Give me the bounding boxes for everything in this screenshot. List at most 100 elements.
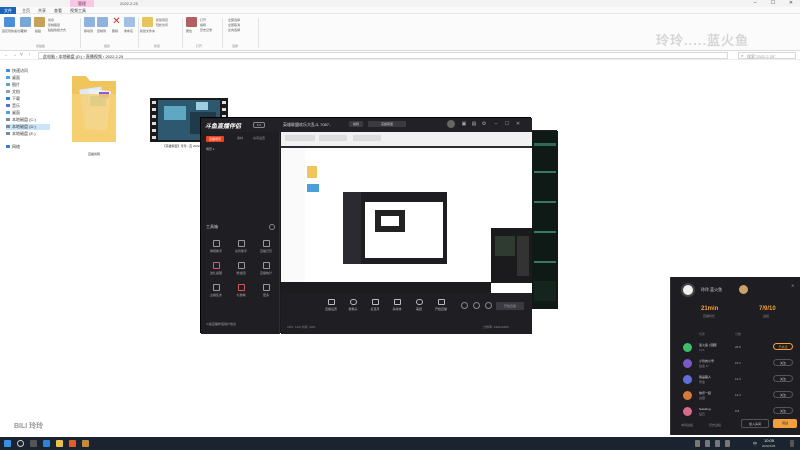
nav-item-drive-c[interactable]: 本地磁盘 (C:): [6, 117, 50, 123]
tool-calendar[interactable]: 直播日历: [253, 240, 279, 258]
start-live-icon-button[interactable]: 开始直播: [431, 299, 451, 311]
history-tab[interactable]: 历史战绩: [709, 423, 721, 427]
player-row[interactable]: 我是路人 黄金 14.0 关注: [671, 373, 800, 387]
invert-selection-label[interactable]: 反向选择: [228, 28, 240, 32]
tray-icon[interactable]: [695, 440, 700, 447]
cut-label[interactable]: 剪切: [48, 18, 54, 22]
eye-icon[interactable]: [461, 302, 468, 309]
tool-danmaku[interactable]: 弹幕助手: [203, 240, 229, 258]
easy-access-label[interactable]: 轻松访问: [156, 23, 168, 27]
select-none-label[interactable]: 全部取消: [228, 23, 240, 27]
folder-item[interactable]: 直播剪辑: [70, 72, 118, 156]
maximize-icon[interactable]: ☐: [504, 121, 510, 127]
new-folder-icon[interactable]: [142, 17, 153, 27]
file-explorer-icon[interactable]: [56, 440, 63, 447]
tab-material[interactable]: 素材: [237, 136, 243, 140]
tab-live-scene[interactable]: 直播场景: [206, 136, 225, 142]
beauty-button[interactable]: 美颜: [409, 299, 429, 311]
nav-item-network[interactable]: 网络: [6, 144, 50, 150]
follow-button[interactable]: 关注: [773, 375, 793, 382]
copy-path-label[interactable]: 复制路径: [48, 23, 60, 27]
pin-icon[interactable]: [4, 17, 15, 27]
edge-icon[interactable]: [43, 440, 50, 447]
search-input[interactable]: ⌕ 搜索"2022.2.25": [738, 52, 796, 59]
tool-more[interactable]: 更多: [253, 284, 279, 302]
network-icon[interactable]: [715, 440, 720, 447]
current-match-tab[interactable]: 本局战绩: [681, 423, 693, 427]
recent-chevron-icon[interactable]: ˅: [20, 52, 23, 58]
player-row[interactable]: 快乐一起 白银 12.3 关注: [671, 389, 800, 403]
skin-icon[interactable]: ▣: [461, 121, 467, 127]
side-game-window[interactable]: [531, 130, 558, 309]
follow-button[interactable]: 已关注: [773, 343, 793, 350]
live-settings-button[interactable]: 直播设置: [321, 299, 341, 311]
tool-tasks[interactable]: 主播任务: [203, 284, 229, 302]
nav-item-documents[interactable]: 文档: [6, 89, 50, 95]
settings-icon[interactable]: ⚙: [481, 121, 487, 127]
nav-item-desktop-2[interactable]: 桌面: [6, 110, 50, 116]
open-label[interactable]: 打开: [200, 18, 206, 22]
message-icon[interactable]: ▤: [471, 121, 477, 127]
forward-arrow-icon[interactable]: →: [12, 52, 17, 58]
copy-icon[interactable]: [20, 17, 31, 27]
start-live-button[interactable]: 开始直播: [496, 302, 524, 310]
tool-gift-alert[interactable]: 送礼提醒: [203, 262, 229, 280]
back-arrow-icon[interactable]: ←: [4, 52, 9, 58]
maximize-icon[interactable]: ☐: [764, 0, 782, 7]
tool-gift-wall[interactable]: 礼物墙: [228, 284, 254, 302]
settings-icon[interactable]: [485, 302, 492, 309]
up-arrow-icon[interactable]: ↑: [28, 52, 31, 58]
category-select[interactable]: 英雄联盟: [368, 121, 406, 127]
camera-button[interactable]: 摄像头: [343, 299, 363, 311]
rename-icon[interactable]: [124, 17, 135, 27]
avatar[interactable]: [447, 120, 455, 128]
nav-item-music[interactable]: 音乐: [6, 103, 50, 109]
context-tab-manage[interactable]: 管理: [70, 0, 94, 7]
tool-room-admin[interactable]: 房管助手: [228, 240, 254, 258]
properties-icon[interactable]: [186, 17, 197, 27]
nav-item-pictures[interactable]: 图片: [6, 82, 50, 88]
delete-icon[interactable]: ✕: [111, 17, 122, 27]
close-icon[interactable]: ✕: [791, 283, 794, 288]
paste-shortcut-label[interactable]: 粘贴快捷方式: [48, 28, 66, 32]
edit-room-button[interactable]: 编辑: [349, 121, 363, 127]
nav-item-drive-e[interactable]: 本地磁盘 (E:): [6, 131, 50, 137]
move-to-icon[interactable]: [84, 17, 95, 27]
player-row[interactable]: 蓝火鱼 | 国服 LV.1 26.8 已关注: [671, 341, 800, 355]
minimize-icon[interactable]: –: [493, 121, 499, 127]
game-icon[interactable]: [82, 440, 89, 447]
start-icon[interactable]: [4, 440, 11, 447]
refresh-icon[interactable]: [473, 302, 480, 309]
nav-item-quick-access[interactable]: 快速访问: [6, 68, 50, 74]
task-view-icon[interactable]: [30, 440, 37, 447]
streaming-app-icon[interactable]: [69, 440, 76, 447]
paste-icon[interactable]: [34, 17, 45, 27]
follow-button[interactable]: 关注: [773, 407, 793, 414]
clock-time[interactable]: 10:05: [764, 438, 774, 443]
nav-item-desktop[interactable]: 桌面: [6, 75, 50, 81]
address-bar[interactable]: 此电脑 › 本地磁盘 (D:) › 直播视频 › 2022.2.25: [38, 52, 728, 59]
tool-stats[interactable]: 直播统计: [253, 262, 279, 280]
tray-icon[interactable]: [705, 440, 710, 447]
edit-label[interactable]: 编辑: [200, 23, 206, 27]
user-agreement-link[interactable]: 斗鱼直播伴侣用户协议: [206, 322, 236, 326]
stream-preview[interactable]: [281, 132, 532, 293]
close-icon[interactable]: ✕: [782, 0, 800, 7]
notification-icon[interactable]: [790, 440, 794, 447]
join-room-button[interactable]: 加入房间: [741, 419, 769, 428]
microphone-button[interactable]: 麦克风: [365, 299, 385, 311]
player-row[interactable]: 小玲的小号 铂金 IV 15.2 关注: [671, 357, 800, 371]
avatar[interactable]: [681, 283, 695, 297]
clock-date[interactable]: 2022/2/25: [762, 444, 775, 448]
player-row[interactable]: Soloking 钻石 9.8 关注: [671, 405, 800, 419]
volume-icon[interactable]: [725, 440, 730, 447]
select-all-label[interactable]: 全部选择: [228, 18, 240, 22]
input-language[interactable]: 中: [753, 441, 757, 447]
media-button[interactable]: 多媒体: [387, 299, 407, 311]
scene-item[interactable]: 场景 1: [206, 147, 215, 151]
new-item-label[interactable]: 新建项目: [156, 18, 168, 22]
search-icon[interactable]: [17, 440, 24, 447]
copy-to-icon[interactable]: [97, 17, 108, 27]
spectate-button[interactable]: 观战: [773, 419, 797, 428]
nav-item-downloads[interactable]: 下载: [6, 96, 50, 102]
